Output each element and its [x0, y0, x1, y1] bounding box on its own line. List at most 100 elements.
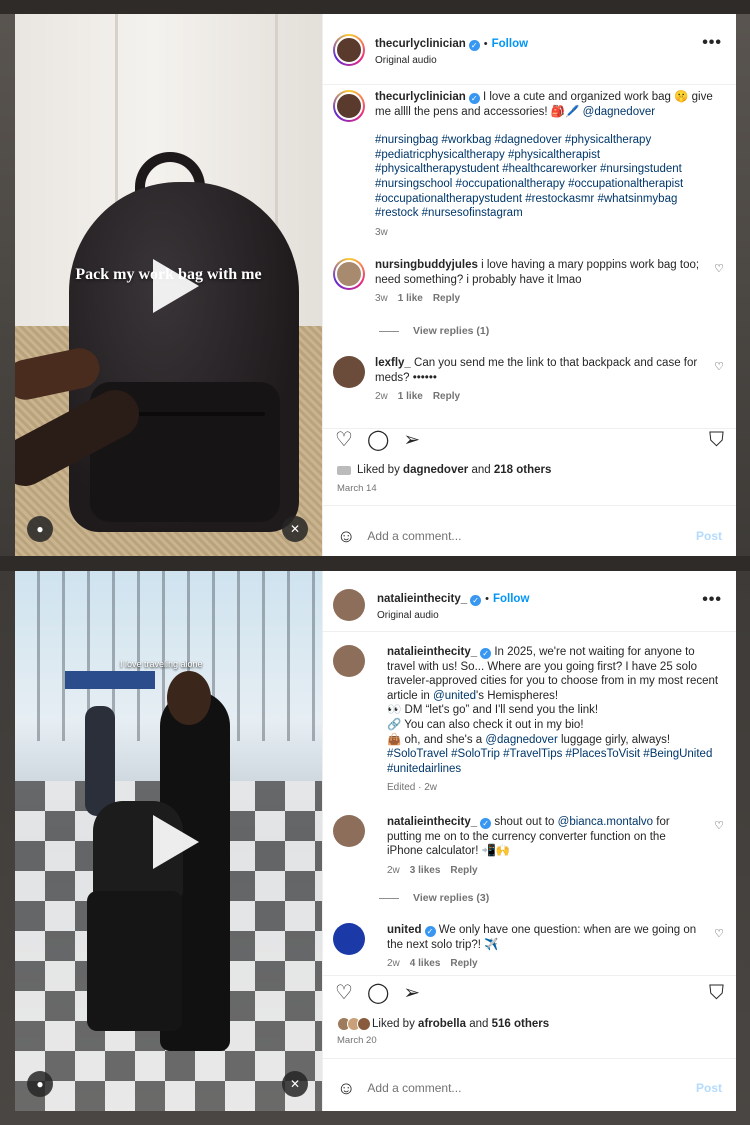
- caption-line: 👀 DM “let's go” and I'll send you the li…: [387, 704, 599, 717]
- caption-hashtags[interactable]: #SoloTravel #SoloTrip #TravelTips #Place…: [387, 747, 724, 776]
- user-tag-icon[interactable]: ●: [27, 1071, 53, 1097]
- liked-by-prefix: Liked by: [372, 1018, 415, 1030]
- more-options-icon[interactable]: •••: [702, 591, 722, 609]
- caption-mention[interactable]: @dagnedover: [583, 106, 655, 118]
- caption-mention[interactable]: @united: [433, 690, 476, 702]
- separator-dot: •: [483, 38, 488, 50]
- liked-by-avatar: [337, 465, 351, 475]
- comment-likes[interactable]: 1 like: [398, 293, 423, 304]
- comment-like-icon[interactable]: ♡: [714, 360, 724, 373]
- play-icon[interactable]: [152, 815, 199, 869]
- post-panel-1: thecurlyclinician ✓ • Follow Original audio…: [322, 14, 736, 556]
- view-replies-label: View replies (3): [413, 892, 490, 904]
- background-strip-middle: [0, 556, 750, 571]
- comment-time: 2w: [387, 958, 400, 970]
- add-comment-input[interactable]: Add a comment...: [367, 1081, 696, 1095]
- comment-username[interactable]: nursingbuddyjules: [375, 259, 478, 271]
- post-author-username[interactable]: thecurlyclinician: [375, 38, 466, 50]
- view-replies-button[interactable]: View replies (1): [379, 325, 489, 337]
- caption: natalieinthecity_ ✓ In 2025, we're not wa…: [333, 645, 724, 796]
- share-icon[interactable]: ➢: [403, 428, 420, 452]
- emoji-icon[interactable]: ☺: [337, 526, 355, 547]
- liked-by-others[interactable]: 218 others: [494, 464, 552, 476]
- more-options-icon[interactable]: •••: [702, 34, 722, 52]
- avatar[interactable]: [333, 645, 365, 677]
- avatar[interactable]: [333, 258, 365, 290]
- action-bar: ♡ ◯ ➢ ⛉: [335, 428, 724, 452]
- share-icon[interactable]: ➢: [403, 981, 420, 1005]
- liked-by[interactable]: Liked by dagnedover and 218 others: [337, 464, 551, 476]
- comment-likes[interactable]: 4 likes: [410, 958, 441, 969]
- view-replies-label: View replies (1): [413, 325, 490, 337]
- comment-icon[interactable]: ◯: [367, 428, 389, 452]
- comment-like-icon[interactable]: ♡: [714, 262, 724, 275]
- background-strip-top: [0, 0, 750, 14]
- liked-by[interactable]: Liked by afrobella and 516 others: [337, 1017, 549, 1031]
- play-icon[interactable]: [152, 259, 199, 313]
- post-video-2[interactable]: I love traveling alone ● ✕: [15, 571, 322, 1111]
- emoji-icon[interactable]: ☺: [337, 1078, 355, 1099]
- post-video-1[interactable]: Pack my work bag with me ● ✕: [15, 14, 322, 556]
- audio-label[interactable]: Original audio: [377, 610, 529, 621]
- caption-mention[interactable]: @dagnedover: [485, 734, 557, 746]
- caption-line: 🔗 You can also check it out in my bio!: [387, 718, 584, 731]
- reply-button[interactable]: Reply: [433, 293, 460, 304]
- follow-button[interactable]: Follow: [493, 593, 529, 605]
- avatar[interactable]: [333, 34, 365, 66]
- post-date[interactable]: March 20: [337, 1035, 377, 1046]
- verified-badge-icon: ✓: [480, 648, 492, 659]
- liked-by-others[interactable]: 516 others: [492, 1018, 550, 1030]
- reply-button[interactable]: Reply: [450, 958, 477, 969]
- audio-label[interactable]: Original audio: [375, 55, 528, 66]
- caption-username[interactable]: natalieinthecity_: [387, 646, 477, 658]
- comment: united ✓ We only have one question: when …: [333, 923, 724, 972]
- avatar[interactable]: [333, 90, 365, 122]
- muted-icon[interactable]: ✕: [282, 516, 308, 542]
- video-overlay-text: I love traveling alone: [120, 659, 203, 669]
- liked-by-user[interactable]: dagnedover: [403, 464, 468, 476]
- post-date[interactable]: March 14: [337, 483, 377, 494]
- muted-icon[interactable]: ✕: [282, 1071, 308, 1097]
- caption-username[interactable]: thecurlyclinician: [375, 91, 466, 103]
- comment-username[interactable]: united: [387, 924, 422, 936]
- comment-bar: ☺ Add a comment... Post: [323, 1065, 736, 1111]
- comment-likes[interactable]: 3 likes: [410, 865, 441, 876]
- liked-by-user[interactable]: afrobella: [418, 1018, 466, 1030]
- comment-time: 2w: [387, 864, 400, 876]
- user-tag-icon[interactable]: ●: [27, 516, 53, 542]
- suitcase: [87, 891, 182, 1031]
- post-comment-button[interactable]: Post: [696, 1081, 722, 1095]
- separator-dot: •: [485, 593, 489, 605]
- comment-username[interactable]: lexfly_: [375, 357, 411, 369]
- liked-by-and: and: [469, 1018, 489, 1030]
- add-comment-input[interactable]: Add a comment...: [367, 529, 696, 543]
- post-comment-button[interactable]: Post: [696, 529, 722, 543]
- comment-like-icon[interactable]: ♡: [714, 819, 724, 832]
- comment-likes[interactable]: 1 like: [398, 391, 423, 402]
- comment-username[interactable]: natalieinthecity_: [387, 816, 477, 828]
- post-author-username[interactable]: natalieinthecity_: [377, 593, 467, 605]
- verified-badge-icon: ✓: [468, 93, 480, 104]
- like-icon[interactable]: ♡: [335, 981, 353, 1005]
- like-icon[interactable]: ♡: [335, 428, 353, 452]
- save-icon[interactable]: ⛉: [709, 428, 724, 452]
- comment-icon[interactable]: ◯: [367, 981, 389, 1005]
- comment-like-icon[interactable]: ♡: [714, 927, 724, 940]
- comment-time: 3w: [375, 293, 388, 305]
- comment-mention[interactable]: @bianca.montalvo: [558, 816, 653, 828]
- caption-hashtags[interactable]: #nursingbag #workbag #dagnedover #physic…: [375, 133, 724, 221]
- follow-button[interactable]: Follow: [492, 38, 528, 50]
- save-icon[interactable]: ⛉: [709, 981, 724, 1005]
- post-card-1: Pack my work bag with me ● ✕ thecurlycli…: [15, 14, 736, 556]
- avatar[interactable]: [333, 923, 365, 955]
- traveler-head: [167, 671, 211, 725]
- reply-button[interactable]: Reply: [450, 865, 477, 876]
- caption-time: 3w: [375, 226, 388, 238]
- reply-button[interactable]: Reply: [433, 391, 460, 402]
- avatar[interactable]: [333, 589, 365, 621]
- avatar[interactable]: [333, 356, 365, 388]
- view-replies-button[interactable]: View replies (3): [379, 892, 489, 904]
- avatar[interactable]: [333, 815, 365, 847]
- comment-bar: ☺ Add a comment... Post: [323, 516, 736, 556]
- caption: thecurlyclinician ✓ I love a cute and org…: [333, 90, 724, 240]
